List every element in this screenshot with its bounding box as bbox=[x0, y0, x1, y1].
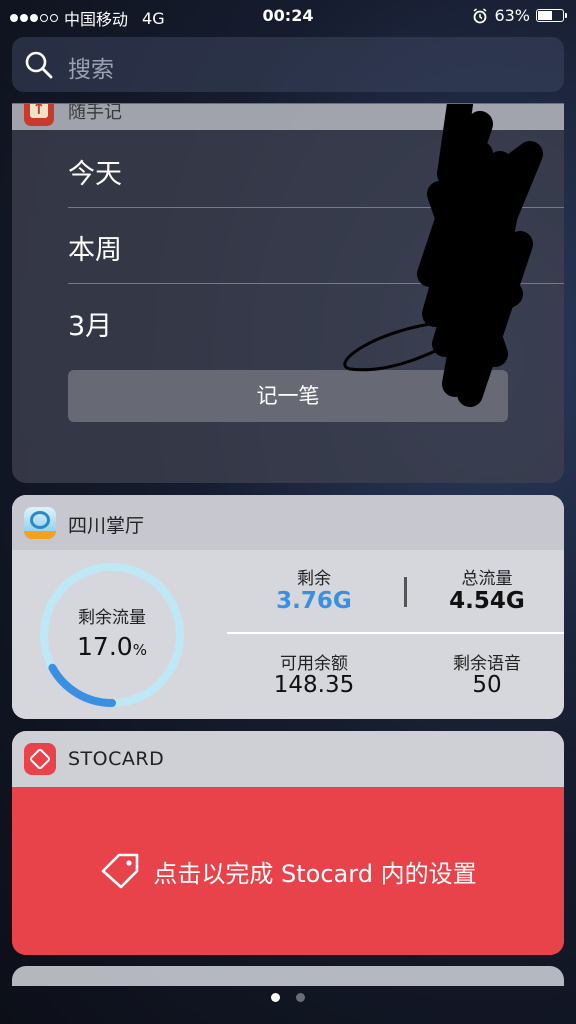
stocard-title: STOCARD bbox=[68, 748, 165, 770]
voice-label: 剩余语音 bbox=[453, 654, 521, 674]
gauge-number: 17.0 bbox=[77, 632, 133, 661]
stocard-widget: STOCARD 点击以完成 Stocard 内的设置 bbox=[12, 731, 564, 955]
voice-value: 50 bbox=[472, 672, 502, 698]
stocard-header[interactable]: STOCARD bbox=[12, 731, 564, 787]
sichuan-title: 四川掌厅 bbox=[68, 515, 145, 537]
sichuan-body[interactable]: 剩余流量 17.0% 剩余 3.76G 总流量 4.54G 可用余额 148.3… bbox=[12, 550, 564, 719]
balance-value: 148.35 bbox=[273, 672, 355, 698]
sichuan-widget: 四川掌厅 剩余流量 17.0% 剩余 3.76G 总流量 4.54G 可用余额 … bbox=[12, 495, 564, 719]
search-icon bbox=[25, 51, 53, 79]
status-right: 63% bbox=[472, 6, 567, 25]
next-widget-peek[interactable] bbox=[12, 966, 564, 986]
remaining-value: 3.76G bbox=[276, 588, 352, 614]
search-placeholder: 搜索 bbox=[68, 57, 114, 83]
stocard-message-text: 点击以完成 Stocard 内的设置 bbox=[153, 859, 477, 888]
row-label: 本周 bbox=[68, 235, 122, 266]
balance-label: 可用余额 bbox=[280, 654, 348, 674]
row-label: 今天 bbox=[68, 159, 122, 190]
gauge-label: 剩余流量 bbox=[78, 608, 146, 628]
page-dot[interactable] bbox=[296, 993, 305, 1002]
page-dot[interactable] bbox=[271, 993, 280, 1002]
gauge-value: 17.0% bbox=[38, 632, 186, 661]
status-bar: 中国移动 4G 00:24 63% bbox=[0, 0, 576, 32]
alarm-icon bbox=[473, 7, 487, 23]
sichuan-header[interactable]: 四川掌厅 bbox=[12, 495, 564, 550]
stocard-app-icon bbox=[24, 743, 56, 775]
stocard-setup-message[interactable]: 点击以完成 Stocard 内的设置 bbox=[12, 851, 564, 891]
total-label: 总流量 bbox=[461, 569, 513, 589]
battery-icon bbox=[536, 9, 567, 22]
stocard-body[interactable]: 点击以完成 Stocard 内的设置 bbox=[12, 787, 564, 955]
tag-icon bbox=[29, 748, 51, 770]
suishouji-title: 随手记 bbox=[68, 104, 122, 123]
total-value: 4.54G bbox=[449, 588, 525, 614]
search-bar[interactable]: 搜索 bbox=[12, 37, 564, 92]
redaction-scribble bbox=[343, 104, 543, 407]
sichuan-app-icon bbox=[24, 507, 56, 539]
page-indicator[interactable] bbox=[0, 993, 576, 1002]
row-label: 3月 bbox=[68, 311, 113, 342]
suishouji-app-icon: ↑ bbox=[24, 104, 54, 126]
battery-percent: 63% bbox=[494, 6, 530, 25]
suishouji-widget: ↑ 随手记 今天 本周 3月 记一笔 bbox=[12, 104, 564, 483]
stat-horizontal-divider bbox=[227, 632, 564, 634]
gauge-unit: % bbox=[132, 641, 147, 659]
remaining-label: 剩余 bbox=[297, 569, 331, 589]
card-tag-icon bbox=[102, 853, 139, 889]
